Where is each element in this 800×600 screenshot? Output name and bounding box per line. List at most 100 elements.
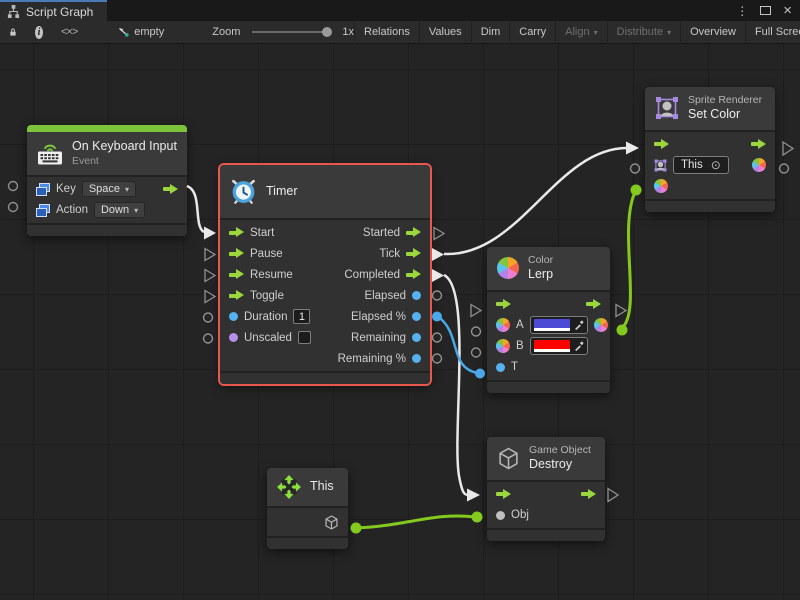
- zoom-slider-knob[interactable]: [322, 27, 332, 37]
- node-header: This: [267, 468, 348, 506]
- duration-input[interactable]: 1: [293, 309, 310, 324]
- overview-button[interactable]: Overview: [681, 21, 745, 44]
- port-setcolor-target-in[interactable]: [631, 164, 640, 173]
- relations-button[interactable]: Relations: [355, 21, 419, 44]
- dim-button[interactable]: Dim: [472, 21, 510, 44]
- node-category: Sprite Renderer: [688, 94, 762, 107]
- node-timer[interactable]: Timer Start Started Pause Tick Resume Co…: [220, 165, 430, 384]
- lock-button[interactable]: [0, 21, 26, 44]
- port-timer-completed-out[interactable]: [432, 269, 444, 282]
- a-label: A: [516, 319, 524, 331]
- window-menu-icon[interactable]: ⋮: [736, 5, 748, 17]
- code-preview-button[interactable]: <×>: [52, 21, 86, 44]
- wire-elapsedpct-to-t[interactable]: [437, 316, 478, 373]
- node-footer: [487, 382, 610, 393]
- tab-script-graph[interactable]: Script Graph: [0, 0, 107, 21]
- port-lerp-a-in[interactable]: [472, 327, 481, 336]
- node-this[interactable]: This: [267, 468, 348, 549]
- color-a-swatch[interactable]: [534, 319, 570, 331]
- eyedropper-icon[interactable]: [574, 341, 584, 351]
- node-on-keyboard-input[interactable]: On Keyboard Input Event Key Space ▾ Acti…: [27, 125, 187, 236]
- wire-dot: [631, 185, 642, 196]
- graph-toolbar: i <×> empty Zoom 1x Relations Values: [0, 21, 800, 44]
- action-dropdown[interactable]: Down ▾: [94, 202, 145, 218]
- carry-button[interactable]: Carry: [510, 21, 555, 44]
- port-timer-duration-in[interactable]: [204, 313, 213, 322]
- wire-arrowhead: [467, 489, 480, 502]
- port-destroy-flow-out[interactable]: [608, 489, 618, 502]
- graph-breadcrumb[interactable]: empty: [108, 21, 173, 44]
- chevron-down-icon: ▾: [594, 28, 598, 37]
- port-row-b: B: [487, 336, 610, 357]
- port-lerp-flow-out[interactable]: [616, 305, 626, 317]
- info-button[interactable]: i: [26, 21, 52, 44]
- port-timer-pause-in[interactable]: [205, 249, 215, 261]
- event-accent-bar: [27, 125, 187, 132]
- port-timer-tick-out[interactable]: [432, 248, 444, 261]
- wire-dot: [472, 512, 483, 523]
- port-lerp-b-in[interactable]: [472, 348, 481, 357]
- flow-out-icon: [163, 184, 178, 195]
- port-setcolor-value-out[interactable]: [780, 164, 789, 173]
- port-timer-resume-in[interactable]: [205, 270, 215, 282]
- wire-keyboard-to-timer-start[interactable]: [187, 186, 204, 232]
- node-color-lerp[interactable]: Color Lerp A: [487, 247, 610, 393]
- port-lerp-flow-in[interactable]: [471, 305, 481, 317]
- port-timer-remainingpct-out[interactable]: [433, 354, 442, 363]
- alarm-clock-icon: [230, 178, 257, 205]
- wire-tick-to-setcolor[interactable]: [444, 148, 627, 254]
- port-setcolor-flow-out[interactable]: [783, 142, 793, 155]
- chevron-down-icon: ▾: [125, 185, 129, 194]
- graph-canvas[interactable]: On Keyboard Input Event Key Space ▾ Acti…: [0, 44, 800, 600]
- port-row: Duration1 Elapsed %: [220, 306, 430, 327]
- unscaled-checkbox[interactable]: [298, 331, 311, 344]
- wire-completed-to-destroy[interactable]: [444, 275, 468, 495]
- port-timer-unscaled-in[interactable]: [204, 334, 213, 343]
- zoom-slider[interactable]: [252, 31, 330, 33]
- port-timer-start-in[interactable]: [204, 227, 216, 240]
- port-keyboard-key-in[interactable]: [9, 182, 18, 191]
- port-timer-elapsed-out[interactable]: [433, 291, 442, 300]
- code-icon: <×>: [61, 26, 77, 38]
- port-timer-elapsedpct-out[interactable]: [432, 312, 442, 322]
- port-lerp-t-in[interactable]: [475, 369, 485, 379]
- node-destroy[interactable]: Game Object Destroy Obj: [487, 437, 605, 541]
- key-label: Key: [56, 183, 76, 195]
- key-dropdown[interactable]: Space ▾: [82, 181, 136, 197]
- maximize-icon[interactable]: [760, 6, 771, 15]
- wire-this-to-obj[interactable]: [357, 516, 475, 528]
- port-timer-remaining-out[interactable]: [433, 333, 442, 342]
- port-row: Unscaled Remaining: [220, 327, 430, 348]
- color-b-field[interactable]: [530, 337, 588, 355]
- value-port-icon: [412, 333, 421, 342]
- eyedropper-icon[interactable]: [574, 320, 584, 330]
- node-title: Set Color: [688, 107, 762, 123]
- close-icon[interactable]: ×: [783, 3, 792, 18]
- wire-lerp-to-setcolor-color[interactable]: [622, 192, 635, 328]
- port-timer-toggle-in[interactable]: [205, 291, 215, 303]
- node-set-color[interactable]: Sprite Renderer Set Color: [645, 87, 775, 212]
- port-row: Remaining %: [220, 348, 430, 369]
- port-timer-started-out[interactable]: [434, 228, 444, 240]
- port-row: Start Started: [220, 222, 430, 243]
- object-picker-icon[interactable]: ⊙: [711, 158, 721, 172]
- node-header: Timer: [220, 165, 430, 218]
- chevron-down-icon: ▾: [134, 206, 138, 215]
- tab-bar: Script Graph ⋮ ×: [0, 0, 800, 21]
- values-button[interactable]: Values: [420, 21, 471, 44]
- target-object-field[interactable]: This ⊙: [673, 156, 729, 174]
- flow-in-icon: [496, 489, 511, 500]
- value-port-icon: [229, 312, 238, 321]
- color-b-swatch[interactable]: [534, 340, 570, 352]
- node-body: Obj: [487, 482, 605, 528]
- port-keyboard-action-in[interactable]: [9, 203, 18, 212]
- move-icon: [277, 475, 301, 499]
- lock-icon: [9, 26, 17, 38]
- fullscreen-button[interactable]: Full Screen: [746, 21, 800, 44]
- action-label: Action: [56, 204, 88, 216]
- node-body: [267, 508, 348, 536]
- distribute-dropdown[interactable]: Distribute▾: [608, 21, 680, 44]
- color-a-field[interactable]: [530, 316, 588, 334]
- align-dropdown[interactable]: Align▾: [556, 21, 606, 44]
- node-category: Color: [528, 254, 553, 267]
